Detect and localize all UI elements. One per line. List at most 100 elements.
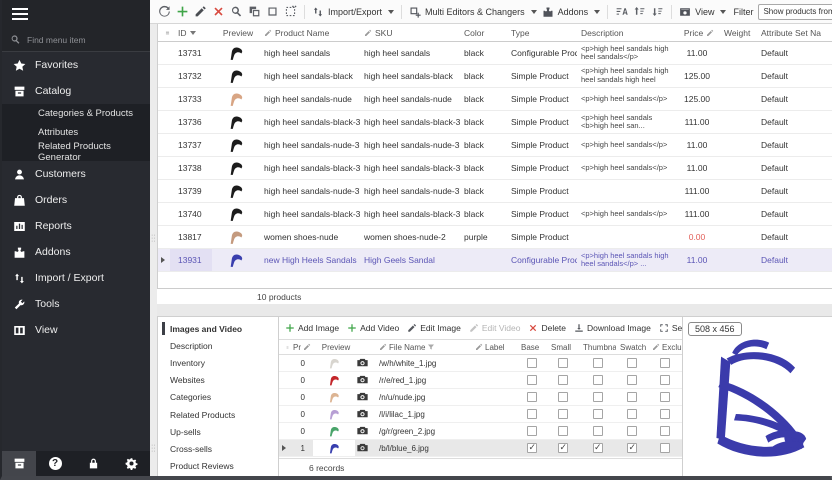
- table-row[interactable]: 13738 high heel sandals-black-37 high he…: [158, 157, 832, 180]
- edit-product-icon[interactable]: [194, 5, 207, 18]
- image-row[interactable]: 0 /g/r/green_2.jpg: [279, 423, 682, 440]
- thumbnail-checkbox[interactable]: [593, 392, 603, 402]
- sidebar-item[interactable]: Reports: [2, 213, 150, 239]
- thumbnail-checkbox[interactable]: [593, 443, 603, 453]
- col-header-product-name[interactable]: Product Name: [260, 28, 360, 38]
- paste-special-icon[interactable]: [284, 5, 297, 18]
- panel-drag-handle[interactable]: [151, 444, 156, 454]
- image-row[interactable]: 0 /l/i/lilac_1.jpg: [279, 406, 682, 423]
- grid-drag-handle[interactable]: [151, 234, 156, 244]
- swatch-checkbox[interactable]: [627, 426, 637, 436]
- copy-icon[interactable]: [248, 5, 261, 18]
- select-icon[interactable]: [266, 5, 279, 18]
- exclude-checkbox[interactable]: [660, 409, 670, 419]
- detail-tab[interactable]: Description: [158, 337, 278, 354]
- move-up-icon[interactable]: [633, 5, 646, 18]
- exclude-checkbox[interactable]: [660, 392, 670, 402]
- detail-tab[interactable]: Related Products: [158, 406, 278, 423]
- detail-tab[interactable]: Images and Video: [158, 320, 278, 337]
- sidebar-item[interactable]: Favorites: [2, 52, 150, 78]
- thumbnail-checkbox[interactable]: [593, 409, 603, 419]
- sort-az-icon[interactable]: [615, 5, 628, 18]
- add-product-icon[interactable]: [176, 5, 189, 18]
- col-header-price[interactable]: Price: [674, 28, 720, 38]
- image-row[interactable]: 0 /r/e/red_1.jpg: [279, 372, 682, 389]
- image-toolbar-button[interactable]: Edit Video: [467, 323, 523, 333]
- sidebar-item[interactable]: Catalog: [2, 78, 150, 104]
- delete-product-icon[interactable]: [212, 5, 225, 18]
- small-checkbox[interactable]: [558, 409, 568, 419]
- col-header-base[interactable]: Base: [517, 343, 547, 352]
- sidebar-item[interactable]: Categories & Products: [2, 104, 150, 123]
- col-header-sku[interactable]: SKU: [360, 28, 460, 38]
- sidebar-item[interactable]: Related Products Generator: [2, 142, 150, 161]
- exclude-checkbox[interactable]: [660, 375, 670, 385]
- sidebar-item[interactable]: Import / Export: [2, 265, 150, 291]
- sidebar-item[interactable]: View: [2, 317, 150, 343]
- thumbnail-checkbox[interactable]: [593, 426, 603, 436]
- hamburger-menu-icon[interactable]: [12, 8, 28, 20]
- table-row[interactable]: 13737 high heel sandals-nude-36 high hee…: [158, 134, 832, 157]
- swatch-checkbox[interactable]: [627, 358, 637, 368]
- detail-tab[interactable]: Inventory: [158, 354, 278, 371]
- col-header-weight[interactable]: Weight: [720, 28, 757, 38]
- image-toolbar-button[interactable]: Edit Image: [405, 323, 463, 333]
- view-button[interactable]: View: [679, 6, 726, 18]
- table-row[interactable]: 13732 high heel sandals-black high heel …: [158, 65, 832, 88]
- detail-tab[interactable]: Websites: [158, 372, 278, 389]
- detail-tab[interactable]: Categories: [158, 389, 278, 406]
- exclude-checkbox[interactable]: [660, 358, 670, 368]
- image-toolbar-button[interactable]: Delete: [526, 323, 568, 333]
- base-checkbox[interactable]: [527, 443, 537, 453]
- small-checkbox[interactable]: [558, 443, 568, 453]
- col-header-img-preview[interactable]: Preview: [313, 343, 355, 352]
- detail-tab[interactable]: Up-sells: [158, 423, 278, 440]
- exclude-checkbox[interactable]: [660, 426, 670, 436]
- small-checkbox[interactable]: [558, 375, 568, 385]
- col-header-attribute-set[interactable]: Attribute Set Name: [757, 28, 821, 38]
- col-header-id[interactable]: ID: [170, 28, 212, 38]
- image-row[interactable]: 0 /n/u/nude.jpg: [279, 389, 682, 406]
- sidebar-item[interactable]: Addons: [2, 239, 150, 265]
- image-toolbar-button[interactable]: Add Video: [345, 323, 401, 333]
- base-checkbox[interactable]: [527, 392, 537, 402]
- image-row[interactable]: 0 /w/h/white_1.jpg: [279, 355, 682, 372]
- find-icon[interactable]: [230, 5, 243, 18]
- sidebar-search[interactable]: [2, 28, 150, 52]
- multi-editors-button[interactable]: Multi Editors & Changers: [409, 6, 537, 18]
- swatch-checkbox[interactable]: [627, 443, 637, 453]
- col-header-priority[interactable]: Pr: [289, 343, 313, 352]
- base-checkbox[interactable]: [527, 409, 537, 419]
- filter-select[interactable]: Show products from selected categories: [758, 4, 832, 20]
- table-row[interactable]: 13731 high heel sandals high heel sandal…: [158, 42, 832, 65]
- base-checkbox[interactable]: [527, 375, 537, 385]
- image-toolbar-button[interactable]: Download Image: [572, 323, 653, 333]
- image-row[interactable]: 1 /b/l/blue_6.jpg: [279, 440, 682, 457]
- swatch-checkbox[interactable]: [627, 392, 637, 402]
- addons-button[interactable]: Addons: [542, 6, 601, 18]
- move-down-icon[interactable]: [651, 5, 664, 18]
- table-row[interactable]: 13740 high heel sandals-black-38 high he…: [158, 203, 832, 226]
- lock-button[interactable]: [74, 451, 112, 476]
- base-checkbox[interactable]: [527, 426, 537, 436]
- table-row[interactable]: 13739 high heel sandals-nude-37 high hee…: [158, 180, 832, 203]
- thumbnail-checkbox[interactable]: [593, 358, 603, 368]
- sidebar-item[interactable]: Tools: [2, 291, 150, 317]
- col-header-file-name[interactable]: File Name: [375, 343, 471, 352]
- col-header-preview[interactable]: Preview: [212, 28, 260, 38]
- detail-tab[interactable]: Product Reviews: [158, 458, 278, 475]
- col-header-swatch[interactable]: Swatch: [616, 343, 648, 352]
- store-button[interactable]: [2, 451, 36, 476]
- base-checkbox[interactable]: [527, 358, 537, 368]
- swatch-checkbox[interactable]: [627, 409, 637, 419]
- menu-search-input[interactable]: [27, 35, 127, 45]
- refresh-icon[interactable]: [158, 5, 171, 18]
- col-header-description[interactable]: Description: [577, 28, 674, 38]
- small-checkbox[interactable]: [558, 392, 568, 402]
- col-header-type[interactable]: Type: [507, 28, 577, 38]
- table-row[interactable]: 13733 high heel sandals-nude high heel s…: [158, 88, 832, 111]
- sidebar-item[interactable]: Attributes: [2, 123, 150, 142]
- col-header-exclude[interactable]: Exclude: [648, 343, 682, 352]
- exclude-checkbox[interactable]: [660, 443, 670, 453]
- col-header-label[interactable]: Label: [471, 343, 517, 352]
